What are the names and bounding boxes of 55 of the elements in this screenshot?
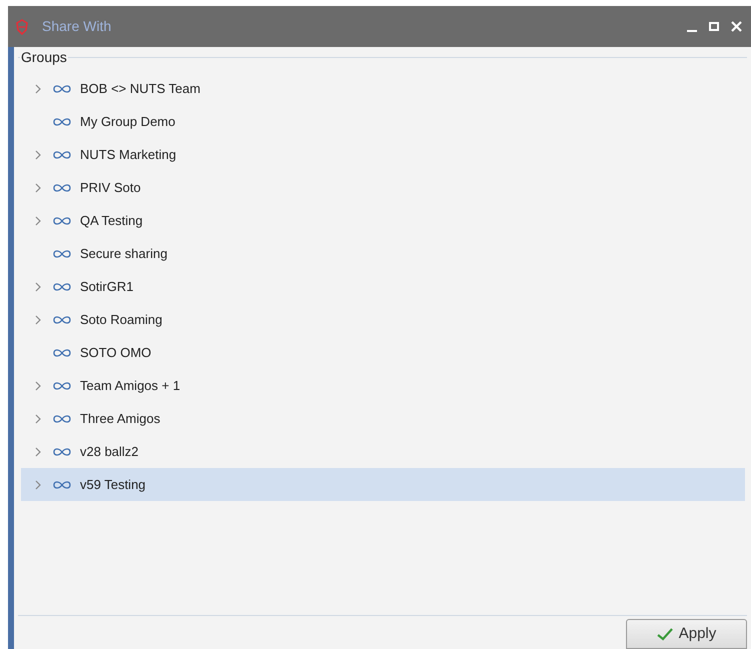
group-name: Three Amigos	[80, 410, 160, 428]
infinity-icon	[52, 380, 72, 390]
chevron-right-icon[interactable]	[34, 414, 40, 424]
group-row[interactable]: PRIV Soto	[21, 171, 745, 204]
group-name: v28 ballz2	[80, 442, 139, 461]
group-name: v59 Testing	[80, 476, 146, 494]
group-row[interactable]: Three Amigos	[21, 402, 745, 435]
shield-icon	[16, 18, 28, 34]
group-row[interactable]: Team Amigos + 1	[21, 369, 745, 402]
infinity-icon	[52, 116, 72, 126]
group-name: PRIV Soto	[80, 178, 141, 197]
group-name: Soto Roaming	[80, 310, 162, 329]
group-row[interactable]: NUTS Marketing	[21, 138, 745, 171]
chevron-right-icon[interactable]	[34, 216, 40, 226]
infinity-icon	[52, 216, 72, 226]
infinity-icon	[52, 314, 72, 324]
group-name: Secure sharing	[80, 244, 168, 263]
chevron-right-icon[interactable]	[34, 380, 40, 390]
chevron-right-icon[interactable]	[34, 446, 40, 456]
infinity-icon	[52, 150, 72, 160]
group-name: BOB <> NUTS Team	[80, 80, 200, 98]
group-name: Team Amigos + 1	[80, 376, 180, 395]
apply-button[interactable]: Apply	[626, 619, 747, 649]
group-name: SOTO OMO	[80, 344, 152, 362]
chevron-right-icon[interactable]	[34, 282, 40, 292]
group-row[interactable]: Soto Roaming	[21, 303, 745, 336]
groups-label: Groups	[20, 49, 68, 65]
chevron-right-icon[interactable]	[34, 314, 40, 324]
group-row[interactable]: BOB <> NUTS Team	[21, 72, 745, 105]
group-row[interactable]: My Group Demo	[21, 105, 745, 138]
infinity-icon	[52, 84, 72, 94]
infinity-icon	[52, 446, 72, 456]
chevron-right-icon[interactable]	[34, 150, 40, 160]
group-name: QA Testing	[80, 212, 143, 230]
chevron-right-icon[interactable]	[34, 84, 40, 94]
chevron-right-icon[interactable]	[34, 182, 40, 192]
infinity-icon	[52, 248, 72, 258]
group-row[interactable]: SotirGR1	[21, 270, 745, 303]
group-row[interactable]: SOTO OMO	[21, 336, 745, 369]
close-icon	[730, 21, 742, 32]
infinity-icon	[52, 348, 72, 358]
group-name: My Group Demo	[80, 112, 176, 131]
infinity-icon	[52, 414, 72, 424]
infinity-icon	[52, 282, 72, 292]
group-row[interactable]: v28 ballz2	[21, 435, 745, 468]
group-name: SotirGR1	[80, 278, 134, 296]
group-row[interactable]: QA Testing	[21, 204, 745, 237]
checkmark-icon	[656, 628, 673, 640]
group-row[interactable]: v59 Testing	[21, 468, 745, 501]
infinity-icon	[52, 182, 72, 192]
window-title: Share With	[42, 17, 112, 36]
infinity-icon	[52, 480, 72, 490]
group-row[interactable]: Secure sharing	[21, 237, 745, 270]
group-name: NUTS Marketing	[80, 146, 176, 164]
chevron-right-icon[interactable]	[34, 480, 40, 490]
